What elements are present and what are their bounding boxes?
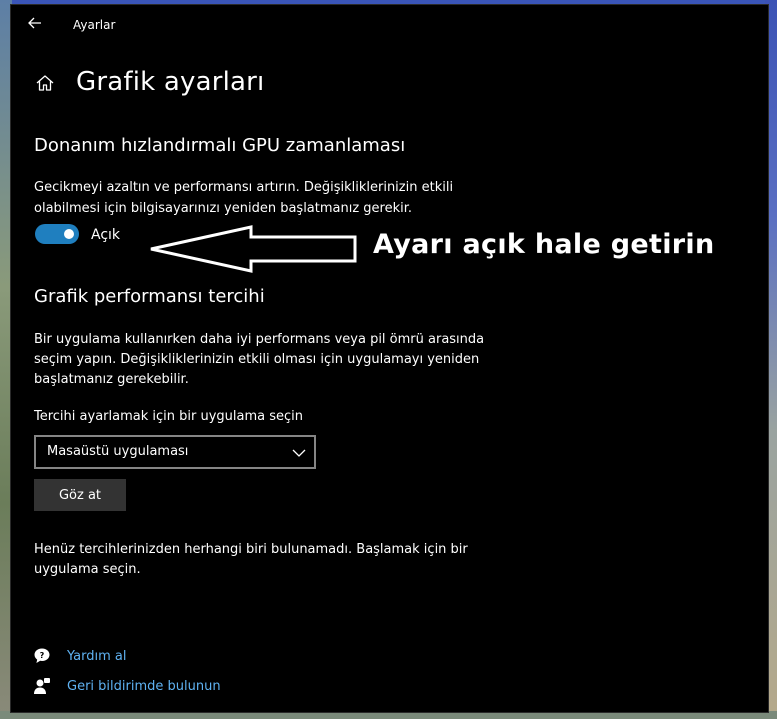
app-type-dropdown[interactable]: Masaüstü uygulaması xyxy=(34,435,316,469)
page-title: Grafik ayarları xyxy=(76,67,265,97)
toggle-knob xyxy=(64,229,74,239)
empty-state-line-2: uygulama seçin. xyxy=(34,562,141,577)
browse-button[interactable]: Göz at xyxy=(34,479,126,511)
back-arrow-icon[interactable] xyxy=(25,13,45,33)
gpu-description-line-2: olabilmesi için bilgisayarınızı yeniden … xyxy=(34,201,413,216)
empty-state-line-1: Henüz tercihlerinizden herhangi biri bul… xyxy=(34,542,468,557)
settings-window: Ayarlar Grafik ayarları Donanım hızlandı… xyxy=(10,4,769,713)
home-icon[interactable] xyxy=(35,73,55,93)
title-bar: Ayarlar xyxy=(11,5,768,45)
svg-text:?: ? xyxy=(40,651,45,660)
chevron-down-icon xyxy=(292,445,306,459)
perf-section-title: Grafik performansı tercihi xyxy=(34,286,265,307)
feedback-person-icon xyxy=(33,677,51,695)
toggle-state-label: Açık xyxy=(91,227,121,243)
gpu-scheduling-toggle[interactable] xyxy=(35,224,79,244)
app-select-label: Tercihi ayarlamak için bir uygulama seçi… xyxy=(34,409,303,424)
help-chat-icon: ? xyxy=(33,647,51,665)
app-title: Ayarlar xyxy=(73,18,116,32)
dropdown-value: Masaüstü uygulaması xyxy=(47,444,189,459)
gpu-description-line-1: Gecikmeyi azaltın ve performansı artırın… xyxy=(34,180,454,195)
perf-description-line-2: seçim yapın. Değişikliklerinizin etkili … xyxy=(34,352,480,367)
help-link[interactable]: Yardım al xyxy=(67,649,126,664)
feedback-link[interactable]: Geri bildirimde bulunun xyxy=(67,679,221,694)
perf-description-line-3: başlatmanız gerekebilir. xyxy=(34,372,189,387)
annotation-arrow-icon xyxy=(150,225,357,273)
perf-description-line-1: Bir uygulama kullanırken daha iyi perfor… xyxy=(34,332,485,347)
annotation-text: Ayarı açık hale getirin xyxy=(373,229,715,260)
gpu-section-title: Donanım hızlandırmalı GPU zamanlaması xyxy=(34,135,406,156)
